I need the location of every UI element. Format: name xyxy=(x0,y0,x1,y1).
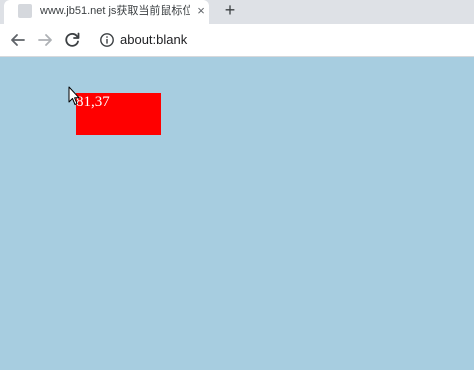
tab-active[interactable]: www.jb51.net js获取当前鼠标位 × xyxy=(4,0,209,24)
new-tab-button[interactable]: + xyxy=(220,0,240,22)
mouse-cursor-icon xyxy=(68,86,80,105)
tab-close-icon[interactable]: × xyxy=(194,3,208,19)
tab-strip: www.jb51.net js获取当前鼠标位 × + xyxy=(0,0,474,24)
page-favicon-icon xyxy=(18,4,32,18)
toolbar: about:blank xyxy=(0,24,474,57)
arrow-right-icon[interactable] xyxy=(34,29,56,51)
reload-icon[interactable] xyxy=(61,29,83,51)
coordinate-box: 81,37 xyxy=(76,93,161,135)
address-bar-url[interactable]: about:blank xyxy=(120,31,187,48)
mouse-coordinates-text: 81,37 xyxy=(76,94,110,110)
arrow-left-icon[interactable] xyxy=(7,29,29,51)
tab-title: www.jb51.net js获取当前鼠标位 xyxy=(40,5,190,17)
page-content: 81,37 xyxy=(0,57,474,370)
browser-window: www.jb51.net js获取当前鼠标位 × + about:blank 8… xyxy=(0,0,474,370)
info-icon[interactable] xyxy=(99,32,115,48)
